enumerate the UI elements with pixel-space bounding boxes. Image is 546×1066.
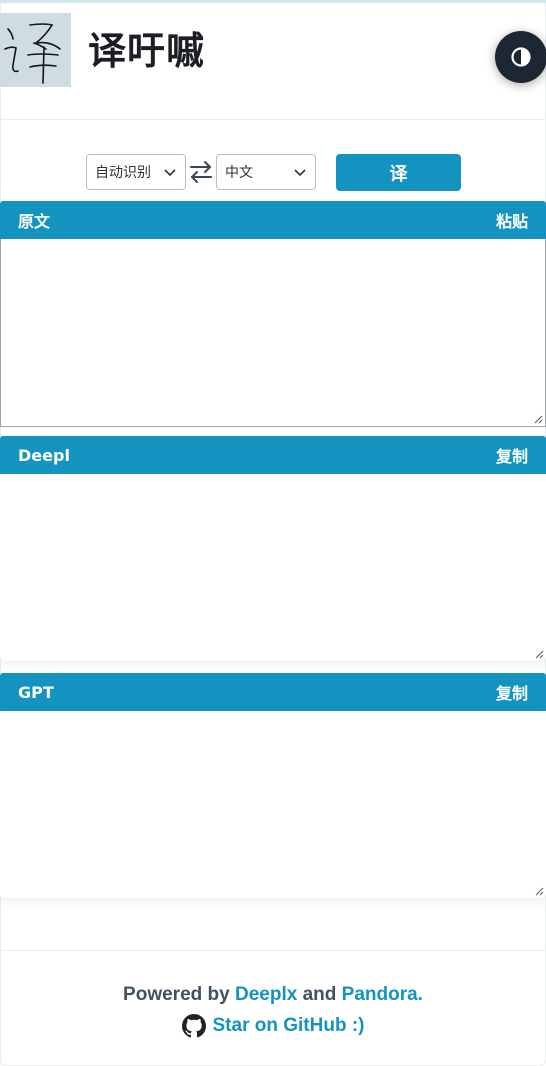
paste-button[interactable]: 粘贴 [496,208,528,232]
copy-gpt-button[interactable]: 复制 [496,680,528,704]
deepl-output-textarea[interactable] [0,474,546,661]
and-text: and [302,984,337,1005]
resize-grip-icon[interactable] [534,886,544,896]
theme-toggle-button[interactable] [495,31,546,83]
calligraphy-logo-icon [4,23,61,84]
chevron-down-icon [294,169,306,177]
language-controls: 自动识别 中文 译 [0,153,546,193]
footer: Powered by Deeplx and Pandora. Star on G… [0,982,546,1039]
deepl-panel: Deepl 复制 [0,436,546,661]
deepl-panel-header: Deepl 复制 [0,436,546,474]
half-circle-contrast-icon [511,47,531,67]
resize-grip-icon[interactable] [533,414,543,424]
deepl-panel-title: Deepl [18,445,70,465]
target-language-select[interactable]: 中文 [216,154,316,190]
swap-arrows-icon [190,161,212,183]
header: 译吁嘁 [0,3,546,120]
source-language-value: 自动识别 [95,165,151,181]
footer-divider [0,950,546,951]
gpt-panel-title: GPT [18,682,54,702]
pandora-link[interactable]: Pandora. [342,984,423,1005]
chevron-down-icon [164,169,176,177]
app-logo [0,13,71,87]
deeplx-link[interactable]: Deeplx [235,984,297,1005]
github-icon [181,1014,206,1038]
source-panel-header: 原文 粘贴 [0,201,546,239]
powered-by-line: Powered by Deeplx and Pandora. [0,982,546,1008]
gpt-panel-header: GPT 复制 [0,673,546,711]
target-language-value: 中文 [225,165,253,181]
source-textarea[interactable] [0,239,546,427]
source-panel-title: 原文 [18,212,51,231]
powered-by-text: Powered by [123,984,230,1005]
copy-deepl-button[interactable]: 复制 [496,443,528,467]
app-title: 译吁嘁 [88,29,206,73]
github-star-link[interactable]: Star on GitHub :) [0,1013,546,1039]
resize-grip-icon[interactable] [534,649,544,659]
source-language-select[interactable]: 自动识别 [86,154,186,190]
translate-button[interactable]: 译 [336,154,461,191]
gpt-output-textarea[interactable] [0,711,546,898]
github-star-label: Star on GitHub :) [212,1015,365,1036]
source-panel: 原文 粘贴 [0,201,546,427]
swap-languages-button[interactable] [188,158,214,186]
gpt-panel: GPT 复制 [0,673,546,898]
